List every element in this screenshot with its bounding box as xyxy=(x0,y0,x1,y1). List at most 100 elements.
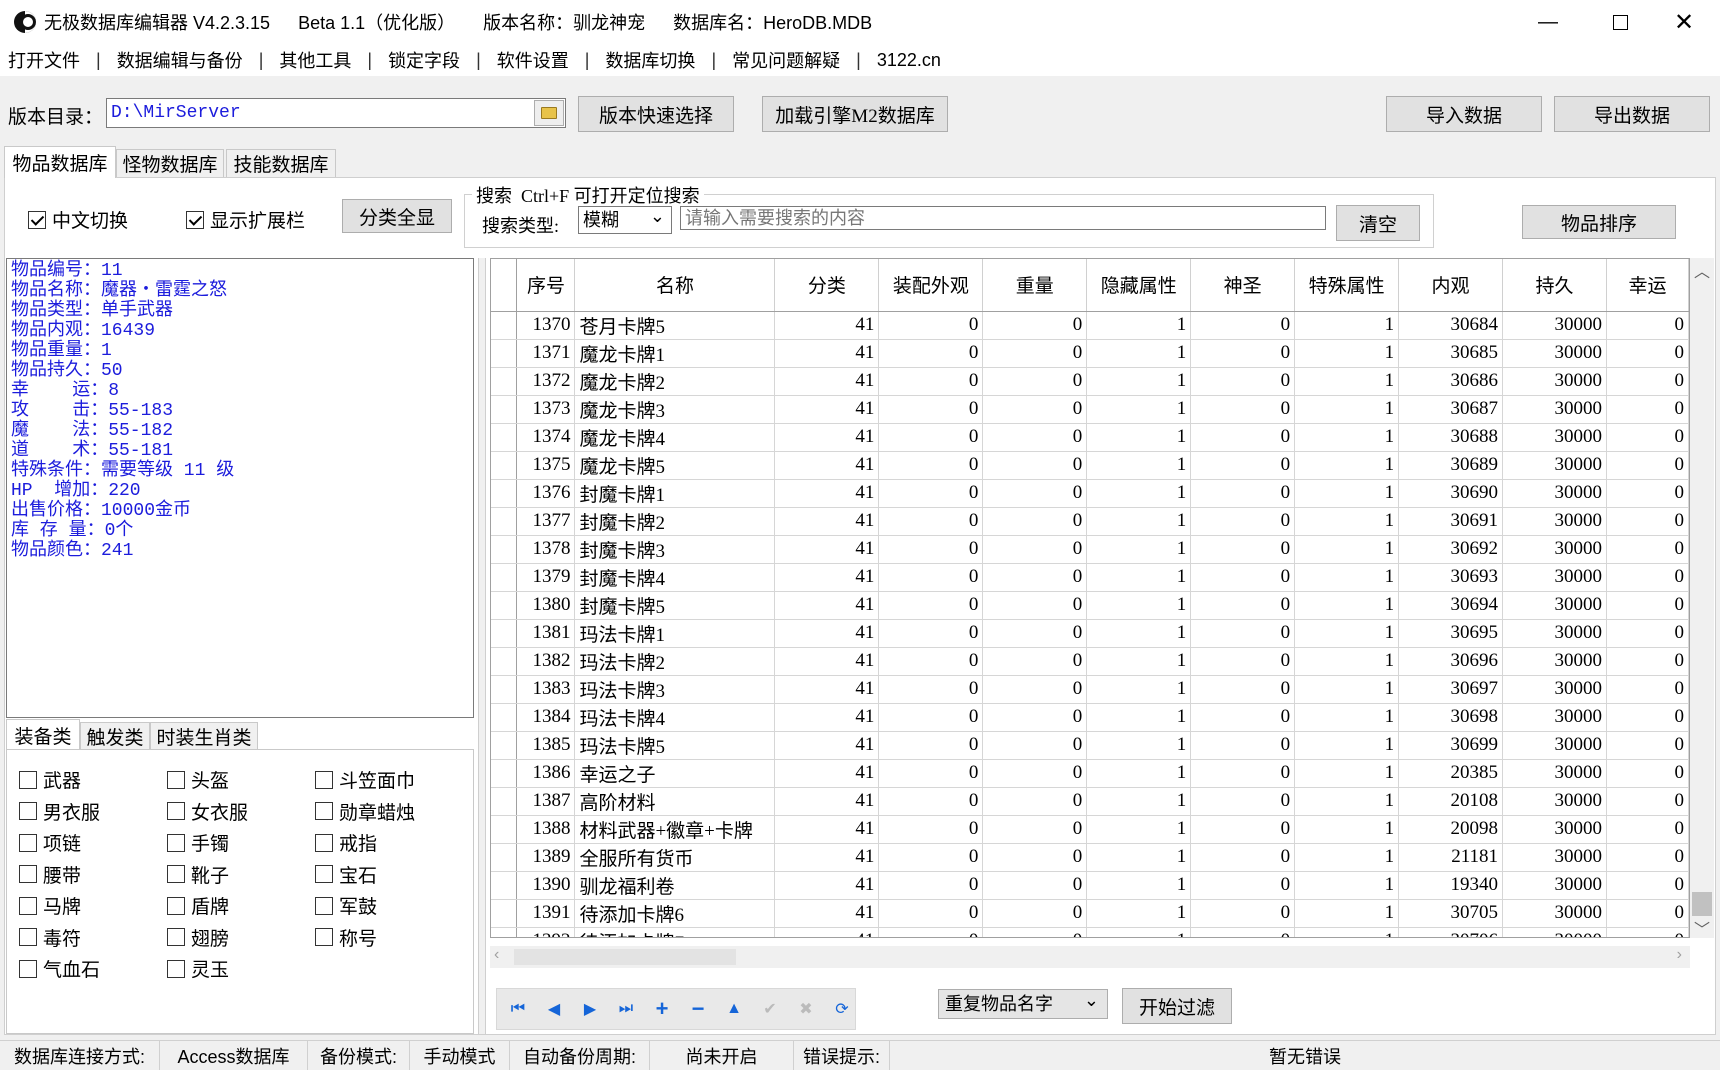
table-cell[interactable]: 0 xyxy=(1190,927,1296,937)
table-cell[interactable]: 1 xyxy=(1294,591,1400,620)
table-cell[interactable]: 0 xyxy=(878,787,984,816)
row-header[interactable] xyxy=(491,787,518,816)
table-cell[interactable]: 玛法卡牌5 xyxy=(574,731,776,760)
table-cell[interactable]: 0 xyxy=(878,507,984,536)
table-cell[interactable]: 30691 xyxy=(1398,507,1504,536)
table-cell[interactable]: 0 xyxy=(1606,815,1689,844)
table-cell[interactable]: 0 xyxy=(982,871,1088,900)
table-cell[interactable]: 玛法卡牌2 xyxy=(574,647,776,676)
table-cell[interactable]: 0 xyxy=(1190,339,1296,368)
table-cell[interactable]: 0 xyxy=(982,787,1088,816)
column-header[interactable]: 特殊属性 xyxy=(1294,259,1400,312)
table-cell[interactable]: 1378 xyxy=(516,535,576,564)
table-cell[interactable]: 30684 xyxy=(1398,311,1504,340)
row-header[interactable] xyxy=(491,535,518,564)
table-cell[interactable]: 41 xyxy=(774,563,880,592)
item-grid[interactable]: 序号 名称 分类 装配外观 重量 隐藏属性 神圣 特殊属性 内观 持久 幸运 1370 苍月卡牌5 41… xyxy=(490,258,1690,938)
table-cell[interactable]: 1 xyxy=(1086,479,1192,508)
table-cell[interactable]: 41 xyxy=(774,899,880,928)
table-cell[interactable]: 0 xyxy=(1606,479,1689,508)
panel-splitter[interactable] xyxy=(478,258,486,1034)
table-cell[interactable]: 魔龙卡牌5 xyxy=(574,451,776,480)
category-checkbox[interactable]: 勋章蜡烛 xyxy=(315,798,415,825)
table-cell[interactable]: 1 xyxy=(1086,507,1192,536)
category-checkbox[interactable]: 马牌 xyxy=(19,892,81,919)
menu-website[interactable]: 3122.cn xyxy=(877,50,941,71)
table-cell[interactable]: 材料武器+徽章+卡牌 xyxy=(574,815,776,844)
show-ext-checkbox[interactable]: 显示扩展栏 xyxy=(186,206,305,233)
table-cell[interactable]: 1374 xyxy=(516,423,576,452)
table-cell[interactable]: 0 xyxy=(1190,507,1296,536)
table-cell[interactable]: 魔龙卡牌1 xyxy=(574,339,776,368)
table-cell[interactable]: 1375 xyxy=(516,451,576,480)
prev-record-icon[interactable]: ◀ xyxy=(543,998,565,1020)
table-cell[interactable]: 1379 xyxy=(516,563,576,592)
table-cell[interactable]: 41 xyxy=(774,591,880,620)
table-cell[interactable]: 1 xyxy=(1294,535,1400,564)
table-cell[interactable]: 30688 xyxy=(1398,423,1504,452)
table-cell[interactable]: 0 xyxy=(1606,647,1689,676)
table-cell[interactable]: 0 xyxy=(982,507,1088,536)
table-cell[interactable]: 30693 xyxy=(1398,563,1504,592)
table-cell[interactable]: 苍月卡牌5 xyxy=(574,311,776,340)
table-cell[interactable]: 30692 xyxy=(1398,535,1504,564)
table-cell[interactable]: 30686 xyxy=(1398,367,1504,396)
column-header[interactable]: 分类 xyxy=(774,259,880,312)
table-cell[interactable]: 0 xyxy=(878,535,984,564)
table-cell[interactable]: 0 xyxy=(1190,759,1296,788)
dir-input[interactable]: D:\MirServer xyxy=(106,98,566,128)
menu-edit-backup[interactable]: 数据编辑与备份 xyxy=(117,47,243,73)
table-cell[interactable]: 30000 xyxy=(1502,451,1607,480)
table-row[interactable]: 1378 封魔卡牌3 41 0 0 1 0 1 30692 30000 0 xyxy=(491,535,1689,564)
table-cell[interactable]: 魔龙卡牌3 xyxy=(574,395,776,424)
table-cell[interactable]: 0 xyxy=(1606,339,1689,368)
table-cell[interactable]: 1 xyxy=(1086,395,1192,424)
table-cell[interactable]: 0 xyxy=(1190,367,1296,396)
row-header[interactable] xyxy=(491,423,518,452)
table-cell[interactable]: 41 xyxy=(774,395,880,424)
category-checkbox[interactable]: 翅膀 xyxy=(167,924,229,951)
row-header[interactable] xyxy=(491,591,518,620)
table-cell[interactable]: 0 xyxy=(878,591,984,620)
row-header[interactable] xyxy=(491,563,518,592)
table-row[interactable]: 1386 幸运之子 41 0 0 1 0 1 20385 30000 0 xyxy=(491,759,1689,788)
sort-items-button[interactable]: 物品排序 xyxy=(1522,205,1676,239)
table-cell[interactable]: 30689 xyxy=(1398,451,1504,480)
column-header[interactable]: 持久 xyxy=(1502,259,1607,312)
table-row[interactable]: 1383 玛法卡牌3 41 0 0 1 0 1 30697 30000 0 xyxy=(491,675,1689,704)
table-cell[interactable]: 41 xyxy=(774,647,880,676)
menu-other-tools[interactable]: 其他工具 xyxy=(279,47,351,73)
table-cell[interactable]: 1390 xyxy=(516,871,576,900)
table-cell[interactable]: 1 xyxy=(1086,731,1192,760)
scroll-thumb[interactable] xyxy=(1692,892,1712,916)
table-cell[interactable]: 0 xyxy=(878,843,984,872)
table-cell[interactable]: 0 xyxy=(1190,703,1296,732)
menu-db-switch[interactable]: 数据库切换 xyxy=(605,47,695,73)
category-checkbox[interactable]: 毒符 xyxy=(19,924,81,951)
table-cell[interactable]: 0 xyxy=(982,339,1088,368)
table-cell[interactable]: 1389 xyxy=(516,843,576,872)
table-cell[interactable]: 0 xyxy=(1190,591,1296,620)
category-checkbox[interactable]: 女衣服 xyxy=(167,798,248,825)
table-cell[interactable]: 玛法卡牌4 xyxy=(574,703,776,732)
table-row[interactable]: 1377 封魔卡牌2 41 0 0 1 0 1 30691 30000 0 xyxy=(491,507,1689,536)
table-cell[interactable]: 30698 xyxy=(1398,703,1504,732)
category-checkbox[interactable]: 头盔 xyxy=(167,766,229,793)
row-header[interactable] xyxy=(491,927,518,937)
table-cell[interactable]: 41 xyxy=(774,423,880,452)
table-cell[interactable]: 1 xyxy=(1086,451,1192,480)
menu-faq[interactable]: 常见问题解疑 xyxy=(732,47,840,73)
column-header[interactable]: 名称 xyxy=(574,259,776,312)
table-row[interactable]: 1379 封魔卡牌4 41 0 0 1 0 1 30693 30000 0 xyxy=(491,563,1689,592)
table-cell[interactable]: 30000 xyxy=(1502,479,1607,508)
table-cell[interactable]: 0 xyxy=(878,703,984,732)
table-cell[interactable]: 30000 xyxy=(1502,815,1607,844)
add-record-icon[interactable]: + xyxy=(651,996,673,1021)
table-cell[interactable]: 0 xyxy=(1190,563,1296,592)
edit-record-icon[interactable]: ▲ xyxy=(723,998,745,1020)
table-cell[interactable]: 0 xyxy=(1606,871,1689,900)
table-cell[interactable]: 1381 xyxy=(516,619,576,648)
post-record-icon[interactable]: ✔ xyxy=(759,998,781,1020)
table-cell[interactable]: 1385 xyxy=(516,731,576,760)
scroll-down-icon[interactable]: ﹀ xyxy=(1694,916,1710,940)
